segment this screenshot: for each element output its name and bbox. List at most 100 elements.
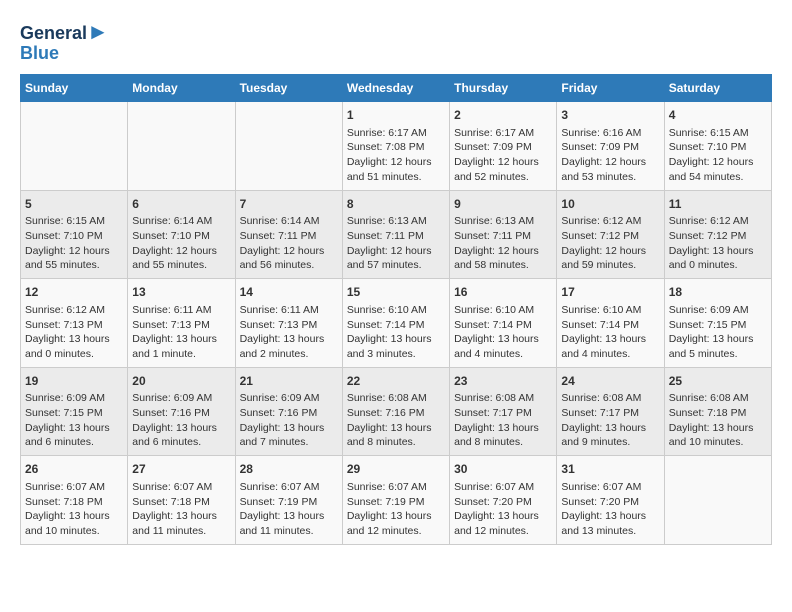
day-number: 18 xyxy=(669,284,767,301)
cell-info: Sunset: 7:14 PM xyxy=(347,318,445,333)
days-of-week-row: SundayMondayTuesdayWednesdayThursdayFrid… xyxy=(21,74,772,101)
cell-info: Daylight: 13 hours and 3 minutes. xyxy=(347,332,445,361)
calendar-cell: 25Sunrise: 6:08 AMSunset: 7:18 PMDayligh… xyxy=(664,367,771,456)
day-number: 14 xyxy=(240,284,338,301)
cell-info: Sunrise: 6:14 AM xyxy=(132,214,230,229)
day-number: 16 xyxy=(454,284,552,301)
calendar-cell: 22Sunrise: 6:08 AMSunset: 7:16 PMDayligh… xyxy=(342,367,449,456)
day-number: 22 xyxy=(347,373,445,390)
day-header-saturday: Saturday xyxy=(664,74,771,101)
calendar-body: 1 Sunrise: 6:17 AM Sunset: 7:08 PM Daylight… xyxy=(21,101,772,544)
day-number: 29 xyxy=(347,461,445,478)
cell-info: Daylight: 13 hours and 8 minutes. xyxy=(454,421,552,450)
cell-info: Daylight: 12 hours and 58 minutes. xyxy=(454,244,552,273)
cell-info: Daylight: 13 hours and 11 minutes. xyxy=(132,509,230,538)
cell-info: Daylight: 13 hours and 2 minutes. xyxy=(240,332,338,361)
cell-info: Sunset: 7:18 PM xyxy=(25,495,123,510)
cell-info: Sunrise: 6:17 AM xyxy=(454,126,552,141)
calendar-week-4: 19Sunrise: 6:09 AMSunset: 7:15 PMDayligh… xyxy=(21,367,772,456)
cell-info: Sunrise: 6:13 AM xyxy=(347,214,445,229)
cell-info: Sunset: 7:10 PM xyxy=(669,140,767,155)
logo-general: General xyxy=(20,23,87,43)
calendar-cell: 13Sunrise: 6:11 AMSunset: 7:13 PMDayligh… xyxy=(128,279,235,368)
calendar-cell xyxy=(21,101,128,190)
day-number: 15 xyxy=(347,284,445,301)
day-number: 3 xyxy=(561,107,659,124)
cell-info: Daylight: 12 hours and 52 minutes. xyxy=(454,155,552,184)
calendar-cell: 11Sunrise: 6:12 AMSunset: 7:12 PMDayligh… xyxy=(664,190,771,279)
calendar-cell: 24Sunrise: 6:08 AMSunset: 7:17 PMDayligh… xyxy=(557,367,664,456)
calendar-cell: 19Sunrise: 6:09 AMSunset: 7:15 PMDayligh… xyxy=(21,367,128,456)
day-number: 4 xyxy=(669,107,767,124)
day-header-monday: Monday xyxy=(128,74,235,101)
calendar-cell: 31Sunrise: 6:07 AMSunset: 7:20 PMDayligh… xyxy=(557,456,664,545)
cell-info: Sunset: 7:13 PM xyxy=(132,318,230,333)
cell-info: Daylight: 13 hours and 4 minutes. xyxy=(454,332,552,361)
cell-info: Sunrise: 6:10 AM xyxy=(561,303,659,318)
calendar-cell: 5Sunrise: 6:15 AMSunset: 7:10 PMDaylight… xyxy=(21,190,128,279)
calendar-cell: 29Sunrise: 6:07 AMSunset: 7:19 PMDayligh… xyxy=(342,456,449,545)
cell-info: Daylight: 13 hours and 6 minutes. xyxy=(25,421,123,450)
cell-info: Daylight: 13 hours and 1 minute. xyxy=(132,332,230,361)
cell-info: Sunset: 7:13 PM xyxy=(25,318,123,333)
cell-info: Sunrise: 6:12 AM xyxy=(561,214,659,229)
cell-info: Daylight: 13 hours and 9 minutes. xyxy=(561,421,659,450)
calendar-week-5: 26Sunrise: 6:07 AMSunset: 7:18 PMDayligh… xyxy=(21,456,772,545)
calendar-cell: 1Sunrise: 6:17 AMSunset: 7:08 PMDaylight… xyxy=(342,101,449,190)
calendar-week-2: 5Sunrise: 6:15 AMSunset: 7:10 PMDaylight… xyxy=(21,190,772,279)
day-number: 2 xyxy=(454,107,552,124)
cell-info: Sunset: 7:08 PM xyxy=(347,140,445,155)
calendar-cell: 6Sunrise: 6:14 AMSunset: 7:10 PMDaylight… xyxy=(128,190,235,279)
cell-info: Sunrise: 6:08 AM xyxy=(669,391,767,406)
cell-info: Daylight: 13 hours and 7 minutes. xyxy=(240,421,338,450)
cell-info: Daylight: 13 hours and 11 minutes. xyxy=(240,509,338,538)
day-number: 19 xyxy=(25,373,123,390)
day-number: 7 xyxy=(240,196,338,213)
cell-info: Sunrise: 6:08 AM xyxy=(347,391,445,406)
day-header-wednesday: Wednesday xyxy=(342,74,449,101)
day-number: 6 xyxy=(132,196,230,213)
cell-info: Daylight: 12 hours and 53 minutes. xyxy=(561,155,659,184)
calendar-table: SundayMondayTuesdayWednesdayThursdayFrid… xyxy=(20,74,772,545)
day-number: 8 xyxy=(347,196,445,213)
cell-info: Daylight: 13 hours and 10 minutes. xyxy=(669,421,767,450)
cell-info: Sunset: 7:19 PM xyxy=(347,495,445,510)
calendar-cell xyxy=(664,456,771,545)
cell-info: Sunset: 7:20 PM xyxy=(561,495,659,510)
cell-info: Daylight: 12 hours and 54 minutes. xyxy=(669,155,767,184)
cell-info: Sunset: 7:12 PM xyxy=(561,229,659,244)
calendar-cell: 23Sunrise: 6:08 AMSunset: 7:17 PMDayligh… xyxy=(450,367,557,456)
calendar-cell: 9Sunrise: 6:13 AMSunset: 7:11 PMDaylight… xyxy=(450,190,557,279)
cell-info: Sunset: 7:15 PM xyxy=(669,318,767,333)
cell-info: Sunset: 7:15 PM xyxy=(25,406,123,421)
calendar-week-1: 1 Sunrise: 6:17 AM Sunset: 7:08 PM Daylight… xyxy=(21,101,772,190)
day-number: 1 xyxy=(347,107,445,124)
cell-info: Sunset: 7:17 PM xyxy=(561,406,659,421)
calendar-cell: 2Sunrise: 6:17 AMSunset: 7:09 PMDaylight… xyxy=(450,101,557,190)
day-number: 24 xyxy=(561,373,659,390)
cell-info: Daylight: 13 hours and 13 minutes. xyxy=(561,509,659,538)
cell-info: Sunset: 7:19 PM xyxy=(240,495,338,510)
cell-info: Sunrise: 6:14 AM xyxy=(240,214,338,229)
day-number: 5 xyxy=(25,196,123,213)
calendar-cell: 3Sunrise: 6:16 AMSunset: 7:09 PMDaylight… xyxy=(557,101,664,190)
day-header-friday: Friday xyxy=(557,74,664,101)
cell-info: Daylight: 12 hours and 55 minutes. xyxy=(25,244,123,273)
calendar-cell xyxy=(128,101,235,190)
day-number: 21 xyxy=(240,373,338,390)
day-header-sunday: Sunday xyxy=(21,74,128,101)
day-number: 23 xyxy=(454,373,552,390)
calendar-cell: 12Sunrise: 6:12 AMSunset: 7:13 PMDayligh… xyxy=(21,279,128,368)
day-number: 12 xyxy=(25,284,123,301)
day-number: 26 xyxy=(25,461,123,478)
day-number: 27 xyxy=(132,461,230,478)
page-header: General► Blue xyxy=(20,20,772,64)
calendar-cell: 7Sunrise: 6:14 AMSunset: 7:11 PMDaylight… xyxy=(235,190,342,279)
day-number: 13 xyxy=(132,284,230,301)
cell-info: Sunrise: 6:13 AM xyxy=(454,214,552,229)
calendar-cell: 28Sunrise: 6:07 AMSunset: 7:19 PMDayligh… xyxy=(235,456,342,545)
cell-info: Daylight: 13 hours and 12 minutes. xyxy=(454,509,552,538)
cell-info: Daylight: 13 hours and 10 minutes. xyxy=(25,509,123,538)
cell-info: Sunset: 7:11 PM xyxy=(347,229,445,244)
cell-info: Daylight: 13 hours and 8 minutes. xyxy=(347,421,445,450)
